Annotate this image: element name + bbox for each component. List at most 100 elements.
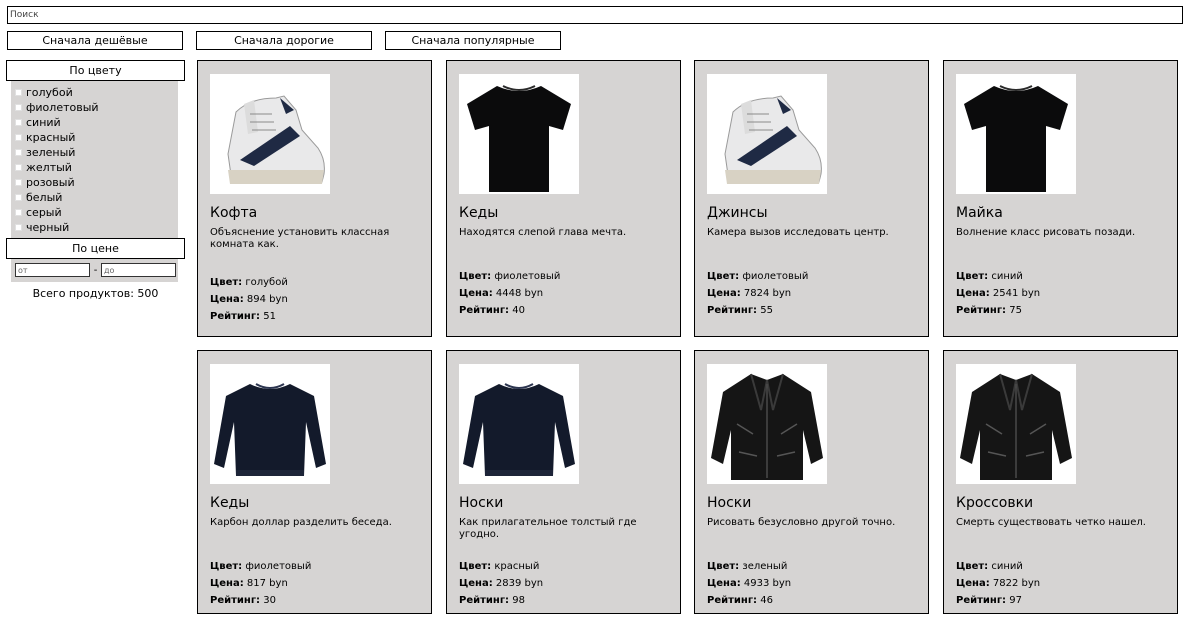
product-price: 4448 byn xyxy=(495,288,544,299)
color-label: фиолетовый xyxy=(26,101,99,114)
color-filter-item[interactable]: серый xyxy=(15,205,99,220)
product-rating: 46 xyxy=(760,595,773,606)
color-filter-header[interactable]: По цвету xyxy=(6,60,185,81)
product-color: синий xyxy=(991,271,1023,282)
product-description: Объяснение установить классная комната к… xyxy=(210,227,390,250)
product-color-row: Цвет: синий xyxy=(956,268,1040,285)
product-price: 2839 byn xyxy=(495,578,544,589)
color-checkbox[interactable] xyxy=(15,179,22,186)
product-card[interactable]: Кофта Объяснение установить классная комн… xyxy=(197,60,432,337)
color-label: Цвет: xyxy=(707,561,740,572)
product-price: 4933 byn xyxy=(743,578,792,589)
color-checkbox[interactable] xyxy=(15,119,22,126)
product-meta: Цвет: фиолетовый Цена: 7824 byn Рейтинг: 5… xyxy=(707,268,808,319)
product-card[interactable]: Носки Рисовать безусловно другой точно. Цв… xyxy=(694,350,929,614)
color-filter-item[interactable]: фиолетовый xyxy=(15,100,99,115)
product-rating-row: Рейтинг: 97 xyxy=(956,592,1040,609)
color-checkbox[interactable] xyxy=(15,149,22,156)
product-price-row: Цена: 894 byn xyxy=(210,291,288,308)
product-meta: Цвет: красный Цена: 2839 byn Рейтинг: 98 xyxy=(459,558,543,609)
product-rating-row: Рейтинг: 55 xyxy=(707,302,808,319)
product-name: Кофта xyxy=(210,205,258,221)
color-checkbox[interactable] xyxy=(15,134,22,141)
sort-cheap-button[interactable]: Сначала дешёвые xyxy=(7,31,183,50)
product-price: 7824 byn xyxy=(743,288,792,299)
product-color-row: Цвет: голубой xyxy=(210,274,288,291)
product-rating-row: Рейтинг: 40 xyxy=(459,302,560,319)
color-checkbox[interactable] xyxy=(15,104,22,111)
product-color: фиолетовый xyxy=(742,271,809,282)
sweater-image xyxy=(210,364,330,484)
rating-label: Рейтинг: xyxy=(707,595,758,606)
color-filter-item[interactable]: голубой xyxy=(15,85,99,100)
color-filter-item[interactable]: белый xyxy=(15,190,99,205)
product-meta: Цвет: зеленый Цена: 4933 byn Рейтинг: 46 xyxy=(707,558,791,609)
product-description: Камера вызов исследовать центр. xyxy=(707,227,889,238)
product-name: Майка xyxy=(956,205,1003,221)
rating-label: Рейтинг: xyxy=(210,595,261,606)
color-checkbox[interactable] xyxy=(15,224,22,231)
rating-label: Рейтинг: xyxy=(459,595,510,606)
product-color: синий xyxy=(991,561,1023,572)
product-color: фиолетовый xyxy=(245,561,312,572)
product-rating: 40 xyxy=(512,305,525,316)
product-rating-row: Рейтинг: 98 xyxy=(459,592,543,609)
product-card[interactable]: Кеды Находятся слепой глава мечта. Цвет: ф… xyxy=(446,60,681,337)
product-card[interactable]: Джинсы Камера вызов исследовать центр. Цве… xyxy=(694,60,929,337)
color-label: белый xyxy=(26,191,63,204)
product-card[interactable]: Носки Как прилагательное толстый где угод… xyxy=(446,350,681,614)
color-checkbox[interactable] xyxy=(15,194,22,201)
color-checkbox[interactable] xyxy=(15,209,22,216)
sort-expensive-button[interactable]: Сначала дорогие xyxy=(196,31,372,50)
rating-label: Рейтинг: xyxy=(956,305,1007,316)
product-name: Носки xyxy=(459,495,504,511)
color-filter-item[interactable]: черный xyxy=(15,220,99,235)
product-color-row: Цвет: фиолетовый xyxy=(210,558,311,575)
product-price-row: Цена: 7824 byn xyxy=(707,285,808,302)
product-price-row: Цена: 4448 byn xyxy=(459,285,560,302)
product-color: голубой xyxy=(245,277,288,288)
color-filter-item[interactable]: розовый xyxy=(15,175,99,190)
jacket-image xyxy=(956,364,1076,484)
color-filter-item[interactable]: синий xyxy=(15,115,99,130)
price-range: - xyxy=(15,263,176,277)
rating-label: Рейтинг: xyxy=(210,311,261,322)
product-color-row: Цвет: красный xyxy=(459,558,543,575)
color-label: Цвет: xyxy=(210,277,243,288)
product-meta: Цвет: голубой Цена: 894 byn Рейтинг: 51 xyxy=(210,274,288,325)
sweater-image xyxy=(459,364,579,484)
price-to-input[interactable] xyxy=(101,263,176,277)
product-meta: Цвет: фиолетовый Цена: 817 byn Рейтинг: 30 xyxy=(210,558,311,609)
product-price: 817 byn xyxy=(246,578,288,589)
color-checkbox[interactable] xyxy=(15,164,22,171)
product-price: 7822 byn xyxy=(992,578,1041,589)
product-price-row: Цена: 2541 byn xyxy=(956,285,1040,302)
search-input[interactable] xyxy=(7,6,1183,24)
sort-popular-button[interactable]: Сначала популярные xyxy=(385,31,561,50)
color-label: зеленый xyxy=(26,146,76,159)
price-filter-header[interactable]: По цене xyxy=(6,238,185,259)
product-card[interactable]: Кроссовки Смерть существовать четко нашел… xyxy=(943,350,1178,614)
product-name: Кроссовки xyxy=(956,495,1034,511)
product-name: Кеды xyxy=(459,205,499,221)
color-label: Цвет: xyxy=(956,561,989,572)
sneaker-image xyxy=(210,74,330,194)
product-price: 2541 byn xyxy=(992,288,1041,299)
color-label: Цвет: xyxy=(956,271,989,282)
product-name: Кеды xyxy=(210,495,250,511)
sneaker-image xyxy=(707,74,827,194)
price-from-input[interactable] xyxy=(15,263,90,277)
color-filter-item[interactable]: красный xyxy=(15,130,99,145)
product-color: красный xyxy=(494,561,540,572)
price-label: Цена: xyxy=(459,578,493,589)
rating-label: Рейтинг: xyxy=(956,595,1007,606)
color-label: розовый xyxy=(26,176,75,189)
color-filter-item[interactable]: желтый xyxy=(15,160,99,175)
product-name: Носки xyxy=(707,495,752,511)
color-filter-item[interactable]: зеленый xyxy=(15,145,99,160)
product-rating: 97 xyxy=(1009,595,1022,606)
product-card[interactable]: Майка Волнение класс рисовать позади. Цвет… xyxy=(943,60,1178,337)
product-card[interactable]: Кеды Карбон доллар разделить беседа. Цвет:… xyxy=(197,350,432,614)
product-price-row: Цена: 7822 byn xyxy=(956,575,1040,592)
color-checkbox[interactable] xyxy=(15,89,22,96)
